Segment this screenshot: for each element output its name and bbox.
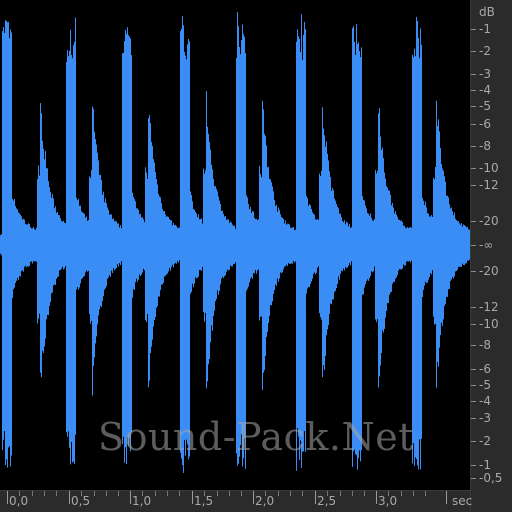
time-minor-tick [56, 491, 57, 496]
time-minor-tick [44, 491, 45, 496]
db-tick [471, 478, 476, 479]
db-tick [471, 221, 476, 222]
time-minor-tick [327, 491, 328, 496]
time-label: 0,0 [9, 494, 29, 508]
time-label: 1,0 [132, 494, 152, 508]
time-minor-tick [290, 491, 291, 496]
db-label: -3 [479, 67, 491, 81]
time-minor-tick [352, 491, 353, 496]
db-tick [471, 185, 476, 186]
db-tick [471, 307, 476, 308]
time-minor-tick [32, 491, 33, 496]
db-label: -10 [479, 161, 499, 175]
time-major-tick [446, 491, 447, 504]
db-tick [471, 106, 476, 107]
db-tick [471, 29, 476, 30]
db-label: -10 [479, 317, 499, 331]
db-label: -3 [479, 411, 491, 425]
time-major-tick [192, 491, 193, 504]
time-label: 3,0 [378, 494, 398, 508]
db-tick [471, 324, 476, 325]
db-label: -12 [479, 178, 499, 192]
db-label: -2 [479, 434, 491, 448]
db-label-center: -∞ [479, 238, 494, 252]
time-minor-tick [118, 491, 119, 496]
db-label: -8 [479, 338, 491, 352]
time-minor-tick [167, 491, 168, 496]
time-minor-tick [340, 491, 341, 496]
time-major-tick [376, 491, 377, 504]
time-major-tick [7, 491, 8, 504]
db-label: -8 [479, 139, 491, 153]
time-minor-tick [241, 491, 242, 496]
db-tick [471, 124, 476, 125]
db-tick [471, 168, 476, 169]
db-tick [471, 271, 476, 272]
time-label: 2,0 [255, 494, 275, 508]
time-minor-tick [425, 491, 426, 496]
db-tick [471, 245, 476, 246]
db-scale-ruler: dB -1 -2 -3 -4 -5 -6 -8 -10 -12 -20 -∞ -20 -12 -10 -8 -6… [470, 0, 512, 512]
time-minor-tick [302, 491, 303, 496]
db-label: -1 [479, 458, 491, 472]
time-major-tick [315, 491, 316, 504]
db-tick [471, 90, 476, 91]
time-minor-tick [81, 491, 82, 496]
db-tick [471, 345, 476, 346]
db-tick [471, 146, 476, 147]
time-major-tick [69, 491, 70, 504]
db-tick [471, 441, 476, 442]
time-label: 0,5 [71, 494, 91, 508]
waveform [0, 12, 470, 473]
db-label: -5 [479, 378, 491, 392]
db-tick [471, 51, 476, 52]
time-unit-label: sec [452, 494, 473, 508]
db-unit-label: dB [479, 5, 495, 19]
time-minor-tick [413, 491, 414, 496]
time-minor-tick [179, 491, 180, 496]
time-label: 2,5 [317, 494, 337, 508]
waveform-canvas[interactable] [0, 0, 470, 490]
db-label: -12 [479, 300, 499, 314]
time-major-tick [130, 491, 131, 504]
time-minor-tick [94, 491, 95, 496]
db-label: -4 [479, 83, 491, 97]
db-label: -1 [479, 22, 491, 36]
time-minor-tick [401, 491, 402, 496]
db-label: -20 [479, 214, 499, 228]
time-minor-tick [278, 491, 279, 496]
time-minor-tick [19, 491, 20, 496]
time-label: 1,5 [194, 494, 214, 508]
time-minor-tick [364, 491, 365, 496]
db-label: -6 [479, 117, 491, 131]
db-tick [471, 385, 476, 386]
db-tick [471, 401, 476, 402]
time-minor-tick [142, 491, 143, 496]
db-label: -6 [479, 362, 491, 376]
time-minor-tick [204, 491, 205, 496]
time-ruler[interactable]: 0,0 0,5 1,0 1,5 2,0 2,5 3,0 sec [0, 490, 473, 512]
time-minor-tick [106, 491, 107, 496]
db-label: -4 [479, 394, 491, 408]
db-label: -20 [479, 264, 499, 278]
db-tick [471, 74, 476, 75]
time-minor-tick [229, 491, 230, 496]
db-tick [471, 369, 476, 370]
time-minor-tick [155, 491, 156, 496]
time-minor-tick [265, 491, 266, 496]
time-major-tick [253, 491, 254, 504]
time-minor-tick [388, 491, 389, 496]
db-label: -0,5 [479, 471, 503, 485]
audio-waveform-view: dB -1 -2 -3 -4 -5 -6 -8 -10 -12 -20 -∞ -20 -12 -10 -8 -6… [0, 0, 512, 512]
time-minor-tick [217, 491, 218, 496]
db-label: -2 [479, 44, 491, 58]
db-tick [471, 465, 476, 466]
db-label: -5 [479, 99, 491, 113]
db-tick [471, 418, 476, 419]
